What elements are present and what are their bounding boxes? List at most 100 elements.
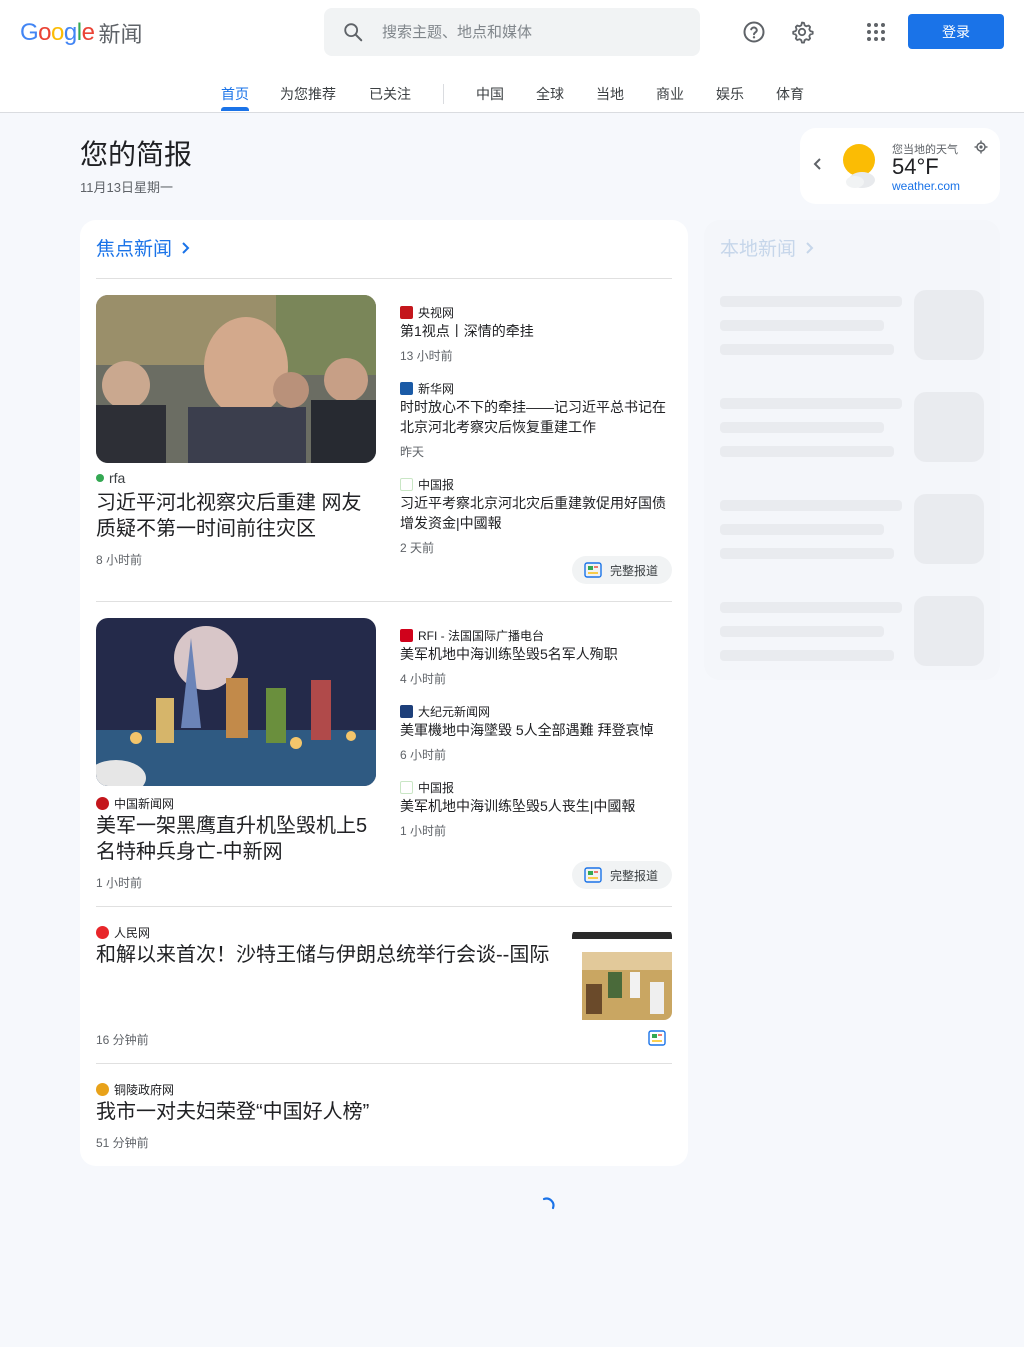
skeleton-thumbnail <box>914 596 984 666</box>
related-headline[interactable]: 第1视点丨深情的牵挂 <box>400 321 672 341</box>
help-icon <box>743 21 765 43</box>
settings-button[interactable] <box>782 12 822 52</box>
source-name: 新华网 <box>418 382 455 396</box>
related-headline[interactable]: 美軍機地中海墜毀 5人全部遇難 拜登哀悼 <box>400 720 672 740</box>
story-image-thai-dance[interactable] <box>96 618 376 786</box>
story-source: 中国报 <box>400 779 454 796</box>
story-source: 中国报 <box>400 476 454 493</box>
skeleton-line <box>720 344 894 355</box>
local-news-card: 本地新闻 <box>704 220 1000 680</box>
partly-sunny-icon <box>843 144 875 188</box>
story-headline[interactable]: 我市一对夫妇荣登“中国好人榜” <box>96 1099 656 1125</box>
related-headline[interactable]: 美军机地中海训练坠毁5人丧生|中國報 <box>400 796 672 816</box>
skeleton-line <box>720 650 894 661</box>
tab-entertainment[interactable]: 娱乐 <box>716 84 744 104</box>
full-coverage-label: 完整报道 <box>610 563 659 578</box>
active-tab-indicator <box>221 107 249 111</box>
source-name: 人民网 <box>114 926 151 940</box>
settings-icon <box>792 21 814 44</box>
apps-button[interactable] <box>856 12 896 52</box>
story-time: 2 天前 <box>400 541 435 555</box>
weather-widget[interactable]: 您当地的天气 54°F weather.com <box>800 128 1000 204</box>
search-box[interactable] <box>324 8 700 56</box>
meeting-photo-image <box>572 928 672 1020</box>
skeleton-line <box>720 524 884 535</box>
weather-source-link[interactable]: weather.com <box>892 179 960 193</box>
tongling-gov-logo-icon <box>96 1083 109 1096</box>
epochtimes-logo-icon <box>400 705 413 718</box>
full-coverage-button[interactable]: 完整报道 <box>572 556 672 584</box>
full-coverage-icon <box>584 867 602 883</box>
chevron-right-icon <box>182 241 190 254</box>
story-headline[interactable]: 美军一架黑鹰直升机坠毁机上5名特种兵身亡-中新网 <box>96 813 376 865</box>
source-name: 中国新闻网 <box>114 797 175 811</box>
help-button[interactable] <box>734 12 774 52</box>
full-coverage-button[interactable]: 完整报道 <box>572 861 672 889</box>
search-icon[interactable] <box>342 21 364 43</box>
story-source: rfa <box>96 470 125 486</box>
story-thumbnail[interactable] <box>572 928 672 1020</box>
divider <box>96 278 672 279</box>
tab-following[interactable]: 已关注 <box>369 84 411 104</box>
search-input[interactable] <box>382 23 662 41</box>
source-name: RFI - 法国国际广播电台 <box>418 629 544 643</box>
full-coverage-icon[interactable] <box>648 1030 666 1046</box>
page-title: 您的简报 <box>80 139 193 170</box>
google-news-logo[interactable]: Google 新闻 <box>20 18 142 48</box>
story-headline[interactable]: 和解以来首次！沙特王储与伊朗总统举行会谈--国际 <box>96 942 566 968</box>
skeleton-line <box>720 500 902 511</box>
rfa-logo-icon <box>96 474 104 482</box>
tab-for-you[interactable]: 为您推荐 <box>280 84 336 104</box>
skeleton-line <box>720 296 902 307</box>
tab-sports[interactable]: 体育 <box>776 84 804 104</box>
tab-local[interactable]: 当地 <box>596 84 624 104</box>
logo-product: 新闻 <box>98 22 143 47</box>
tab-home[interactable]: 首页 <box>221 84 249 104</box>
story-time: 1 小时前 <box>400 824 447 838</box>
full-coverage-icon <box>584 562 602 578</box>
story-time: 51 分钟前 <box>96 1136 149 1150</box>
story-time: 4 小时前 <box>400 672 447 686</box>
chevron-right-icon <box>806 241 814 254</box>
story-headline[interactable]: 习近平河北视察灾后重建 网友质疑不第一时间前往灾区 <box>96 490 376 542</box>
skeleton-line <box>720 602 902 613</box>
skeleton-line <box>720 548 894 559</box>
source-name: rfa <box>109 470 126 486</box>
cctv-logo-icon <box>400 306 413 319</box>
skeleton-line <box>720 320 884 331</box>
location-icon[interactable] <box>974 140 988 154</box>
skeleton-line <box>720 446 894 457</box>
full-coverage-label: 完整报道 <box>610 868 659 883</box>
story-source: 新华网 <box>400 380 454 397</box>
story-source: 大纪元新闻网 <box>400 703 490 720</box>
local-news-link[interactable]: 本地新闻 <box>720 234 816 261</box>
story-time: 13 小时前 <box>400 349 453 363</box>
top-stories-card: 焦点新闻 rfa 习近平河北视察灾后重建 网友质疑不第一时间前往灾区 8 小时前… <box>80 220 688 1166</box>
story-source: RFI - 法国国际广播电台 <box>400 627 544 644</box>
tab-world[interactable]: 全球 <box>536 84 564 104</box>
skeleton-line <box>720 422 884 433</box>
tab-china[interactable]: 中国 <box>476 84 504 104</box>
related-headline[interactable]: 美军机地中海训练坠毁5名军人殉职 <box>400 644 672 664</box>
tab-business[interactable]: 商业 <box>656 84 684 104</box>
source-name: 中国报 <box>418 781 455 795</box>
header: Google 新闻 登录 首页 为您推荐 已关注 中国 全球 当地 商业 娱乐 … <box>0 0 1024 113</box>
story-time: 8 小时前 <box>96 553 143 567</box>
xinhua-logo-icon <box>400 382 413 395</box>
chevron-left-icon[interactable] <box>810 156 826 172</box>
local-news-title: 本地新闻 <box>720 239 797 260</box>
top-stories-title: 焦点新闻 <box>96 239 173 260</box>
logo-word: Google <box>20 19 95 46</box>
story-image-xi-inspection[interactable] <box>96 295 376 463</box>
source-name: 铜陵政府网 <box>114 1083 175 1097</box>
peoples-daily-logo-icon <box>96 926 109 939</box>
top-stories-link[interactable]: 焦点新闻 <box>96 234 192 261</box>
nav-bar: 首页 为您推荐 已关注 中国 全球 当地 商业 娱乐 体育 <box>0 78 1024 112</box>
weather-temperature: 54°F <box>892 154 939 179</box>
story-source: 央视网 <box>400 304 454 321</box>
related-headline[interactable]: 习近平考察北京河北灾后重建敦促用好国债增发资金|中國報 <box>400 493 672 533</box>
login-button[interactable]: 登录 <box>908 14 1004 49</box>
source-name: 中国报 <box>418 478 455 492</box>
story-time: 16 分钟前 <box>96 1033 149 1047</box>
related-headline[interactable]: 时时放心不下的牵挂——记习近平总书记在北京河北考察灾后恢复重建工作 <box>400 397 672 437</box>
